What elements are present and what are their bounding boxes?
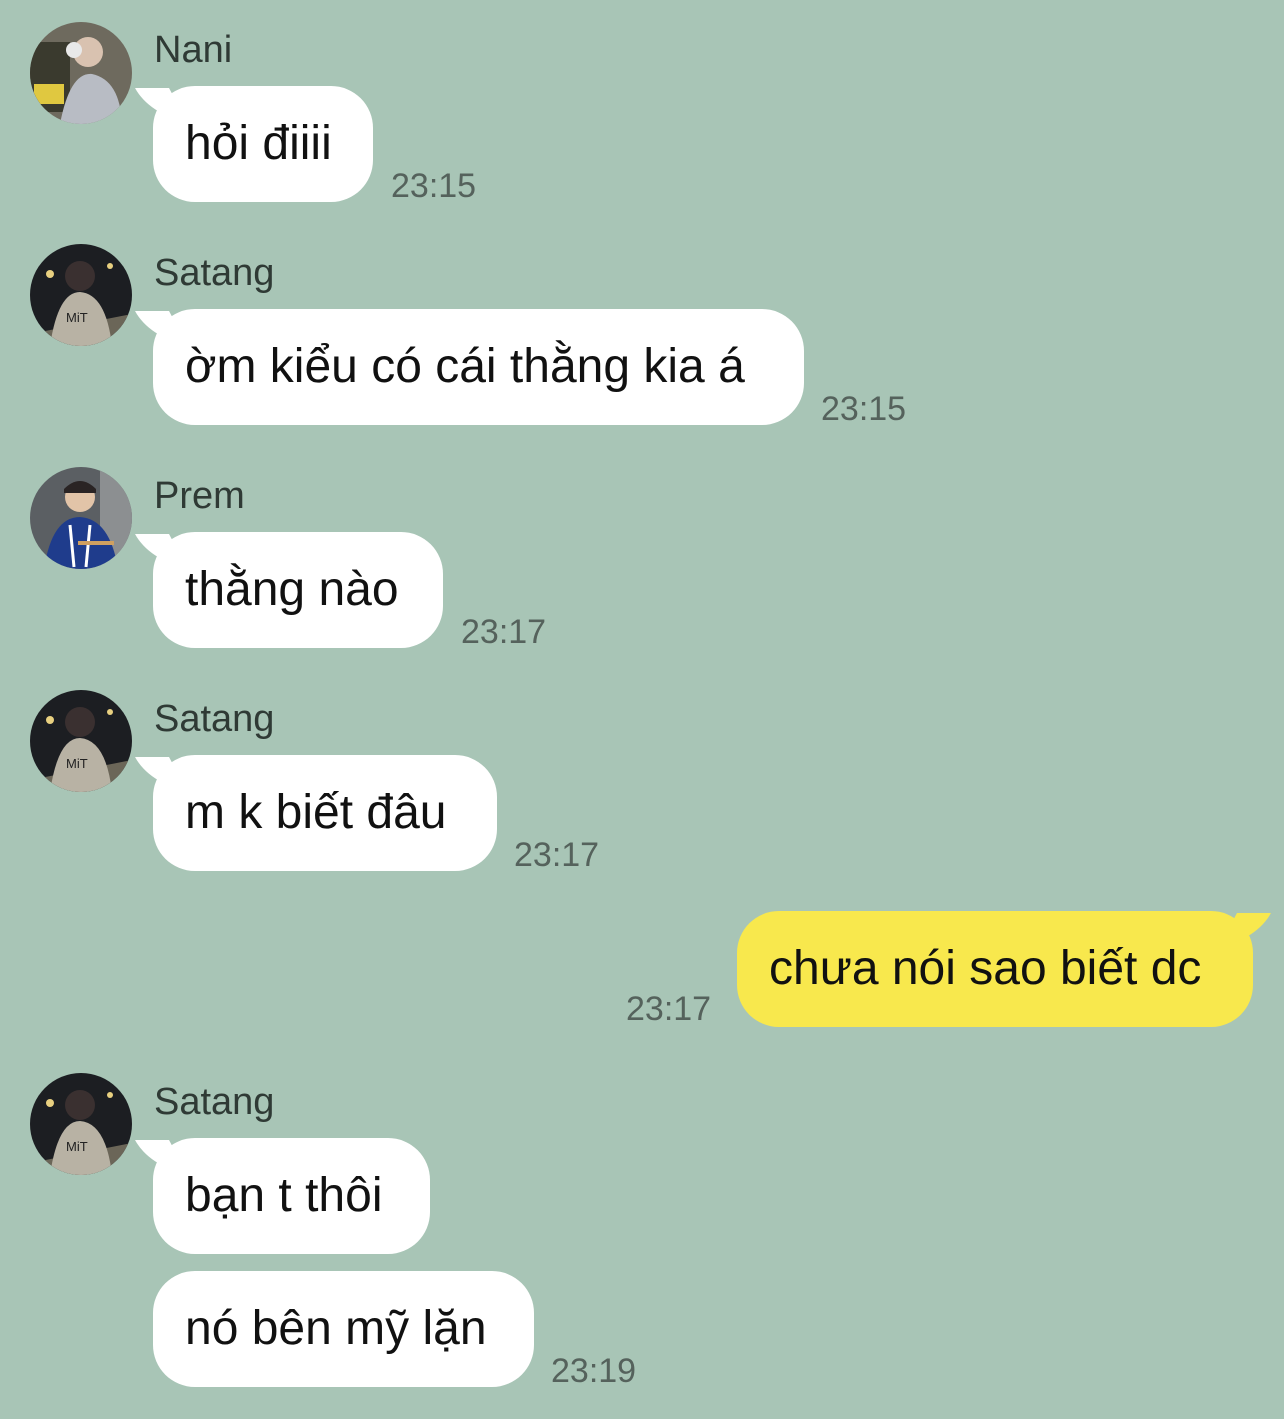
nani-avatar[interactable] (30, 22, 132, 124)
message-bubble[interactable]: thằng nào (153, 532, 443, 648)
chat-thread[interactable]: Nani hỏi điiii 23:15 MiT Satang ờm kiểu … (0, 0, 1284, 1419)
sender-name: Satang (154, 252, 275, 294)
message-bubble[interactable]: nó bên mỹ lặn (153, 1271, 534, 1387)
prem-avatar[interactable] (30, 467, 132, 569)
sender-name: Nani (154, 29, 233, 71)
message-timestamp: 23:17 (626, 990, 712, 1028)
svg-text:MiT: MiT (66, 1139, 88, 1154)
message-timestamp: 23:17 (514, 836, 600, 874)
sender-name: Satang (154, 698, 275, 740)
avatar-photo: MiT (30, 244, 132, 346)
svg-text:MiT: MiT (66, 310, 88, 325)
sender-name: Prem (154, 475, 245, 517)
satang-avatar[interactable]: MiT (30, 1073, 132, 1175)
message-bubble[interactable]: ờm kiểu có cái thằng kia á (153, 309, 804, 425)
satang-avatar[interactable]: MiT (30, 690, 132, 792)
sender-name: Satang (154, 1081, 275, 1123)
message-timestamp: 23:15 (391, 167, 477, 205)
message-bubble[interactable]: hỏi điiii (153, 86, 373, 202)
message-timestamp: 23:15 (821, 390, 907, 428)
avatar-photo: MiT (30, 690, 132, 792)
outgoing-message-bubble[interactable]: chưa nói sao biết dc (737, 911, 1253, 1027)
svg-text:MiT: MiT (66, 756, 88, 771)
avatar-photo: MiT (30, 1073, 132, 1175)
avatar-photo (30, 22, 132, 124)
message-timestamp: 23:17 (461, 613, 547, 651)
message-timestamp: 23:19 (551, 1352, 637, 1390)
avatar-photo (30, 467, 132, 569)
message-bubble[interactable]: bạn t thôi (153, 1138, 430, 1254)
satang-avatar[interactable]: MiT (30, 244, 132, 346)
message-bubble[interactable]: m k biết đâu (153, 755, 497, 871)
